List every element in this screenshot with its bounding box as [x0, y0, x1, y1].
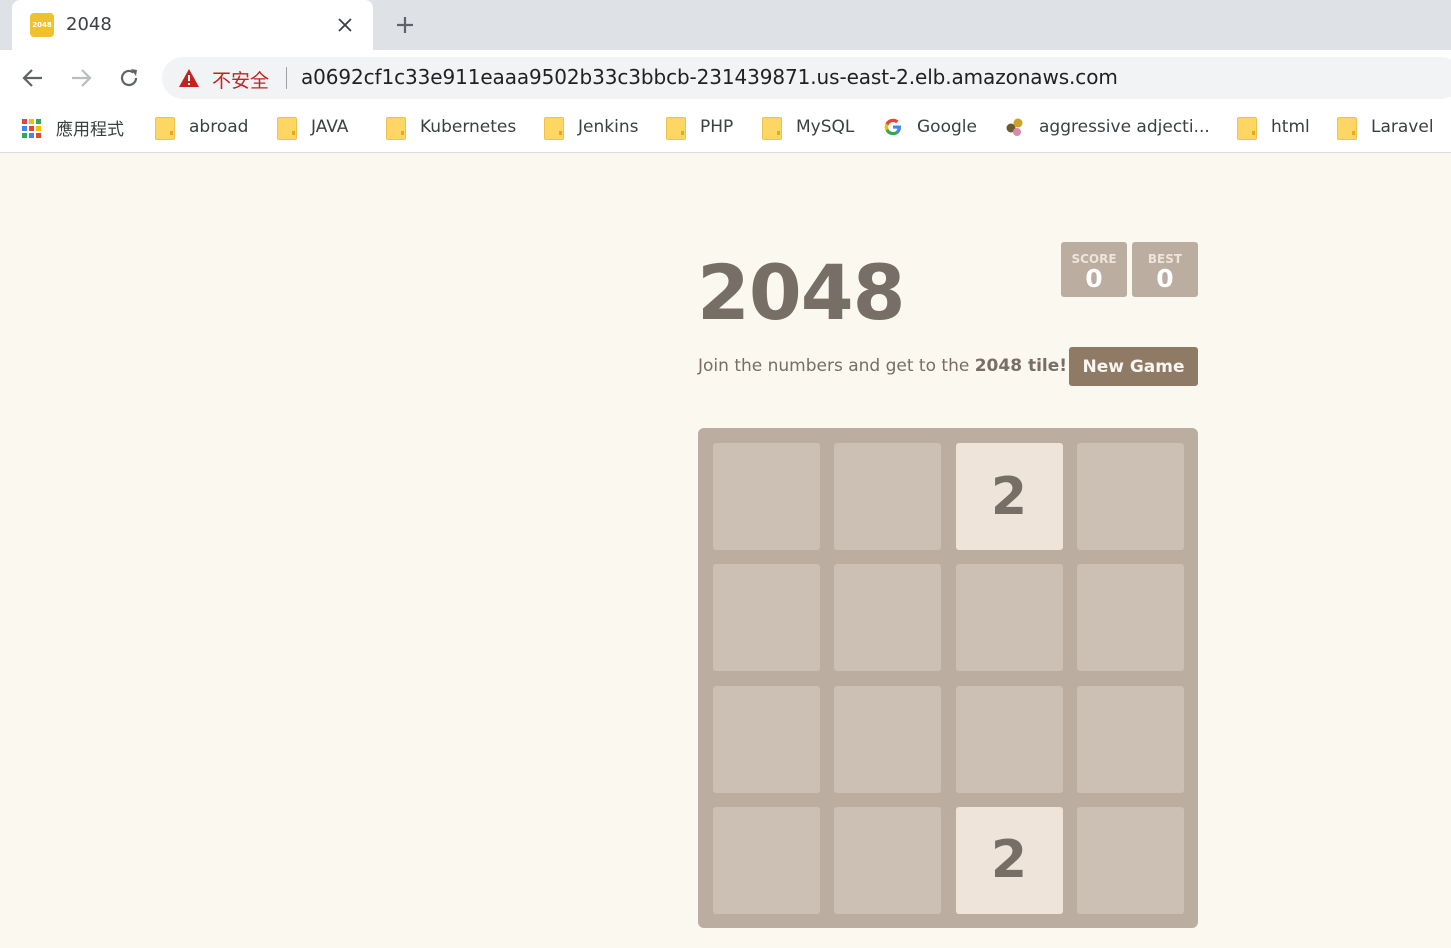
best-value: 0: [1156, 264, 1174, 293]
bookmark-label: PHP: [700, 117, 734, 137]
grid-cell: [834, 564, 942, 672]
bookmark-google[interactable]: Google: [883, 114, 977, 140]
bookmark-mysql[interactable]: MySQL: [762, 114, 854, 140]
omnibox-separator: [286, 67, 287, 89]
security-status-label[interactable]: 不安全: [212, 66, 269, 93]
tab-title: 2048: [66, 14, 112, 35]
intro-text: Join the numbers and get to the: [698, 356, 975, 376]
bookmark-label: abroad: [189, 117, 249, 137]
forward-arrow-icon[interactable]: [66, 63, 96, 93]
bookmark-label: html: [1271, 117, 1310, 137]
bookmark-label: aggressive adjecti...: [1039, 117, 1210, 137]
address-bar[interactable]: 不安全 a0692cf1c33e911eaaa9502b33c3bbcb-231…: [162, 57, 1451, 99]
game-board[interactable]: 22: [698, 428, 1198, 928]
folder-icon: [1237, 117, 1257, 140]
new-game-button[interactable]: New Game: [1069, 347, 1198, 386]
bookmark-laravel[interactable]: Laravel: [1337, 114, 1434, 140]
best-box: BEST 0: [1132, 242, 1198, 297]
tile-2: 2: [955, 443, 1063, 550]
grid-cell: [713, 443, 820, 550]
warning-icon[interactable]: [178, 68, 200, 88]
google-g-icon: [883, 117, 903, 137]
apps-grid-icon: [22, 117, 42, 138]
grid-cell: [955, 564, 1063, 672]
score-box: SCORE 0: [1061, 242, 1127, 297]
bookmark-php[interactable]: PHP: [666, 114, 733, 140]
grid-cell: [834, 685, 942, 793]
grid-cell: [713, 564, 820, 672]
bookmark-label: Laravel: [1371, 117, 1434, 137]
bookmark-kubernetes[interactable]: Kubernetes: [386, 114, 516, 140]
bookmark-label: JAVA: [311, 117, 349, 137]
back-arrow-icon[interactable]: [18, 63, 48, 93]
bookmark-jenkins[interactable]: Jenkins: [544, 114, 638, 140]
grid-cell: [1076, 806, 1184, 914]
folder-icon: [277, 117, 297, 140]
grid-cell: [834, 443, 942, 550]
plus-icon[interactable]: [392, 12, 418, 38]
folder-icon: [762, 117, 782, 140]
url-text[interactable]: a0692cf1c33e911eaaa9502b33c3bbcb-2314398…: [301, 65, 1118, 89]
game-title: 2048: [697, 248, 906, 337]
bookmark-html[interactable]: html: [1237, 114, 1310, 140]
tile-2: 2: [955, 806, 1063, 914]
game-intro: Join the numbers and get to the 2048 til…: [698, 356, 1067, 376]
folder-icon: [666, 117, 686, 140]
bookmark-aggressive-adjectives[interactable]: aggressive adjecti...: [1005, 114, 1210, 140]
folder-icon: [544, 117, 564, 140]
grid-cell: [834, 806, 942, 914]
grid-cell: [713, 806, 820, 914]
bookmark-label: Google: [917, 117, 977, 137]
site-favicon-icon: [1005, 117, 1025, 137]
bookmark-java[interactable]: JAVA: [277, 114, 348, 140]
grid-cell: [713, 685, 820, 793]
folder-icon: [386, 117, 406, 140]
bookmark-label: 應用程式: [56, 119, 124, 140]
close-icon[interactable]: [334, 14, 356, 36]
grid-cell: [1076, 564, 1184, 672]
bookmark-label: MySQL: [796, 117, 855, 137]
grid-cell: [1076, 685, 1184, 793]
intro-goal: 2048 tile!: [974, 356, 1068, 376]
bookmarks-bar: 應用程式 abroad JAVA Kubernetes Jenkins PHP …: [0, 104, 1451, 153]
folder-icon: [155, 117, 175, 140]
grid-cell: [955, 685, 1063, 793]
reload-icon[interactable]: [114, 63, 144, 93]
tab-strip: 2048 2048: [0, 0, 1451, 50]
bookmark-label: Kubernetes: [420, 117, 517, 137]
tab-2048[interactable]: 2048 2048: [12, 0, 373, 50]
folder-icon: [1337, 117, 1357, 140]
tab-favicon-icon: 2048: [30, 13, 54, 37]
bookmark-label: Jenkins: [578, 117, 639, 137]
bookmark-apps[interactable]: 應用程式: [22, 114, 124, 140]
bookmark-abroad[interactable]: abroad: [155, 114, 248, 140]
score-value: 0: [1085, 264, 1103, 293]
browser-toolbar: 不安全 a0692cf1c33e911eaaa9502b33c3bbcb-231…: [0, 50, 1451, 104]
grid-cell: [1076, 443, 1184, 550]
